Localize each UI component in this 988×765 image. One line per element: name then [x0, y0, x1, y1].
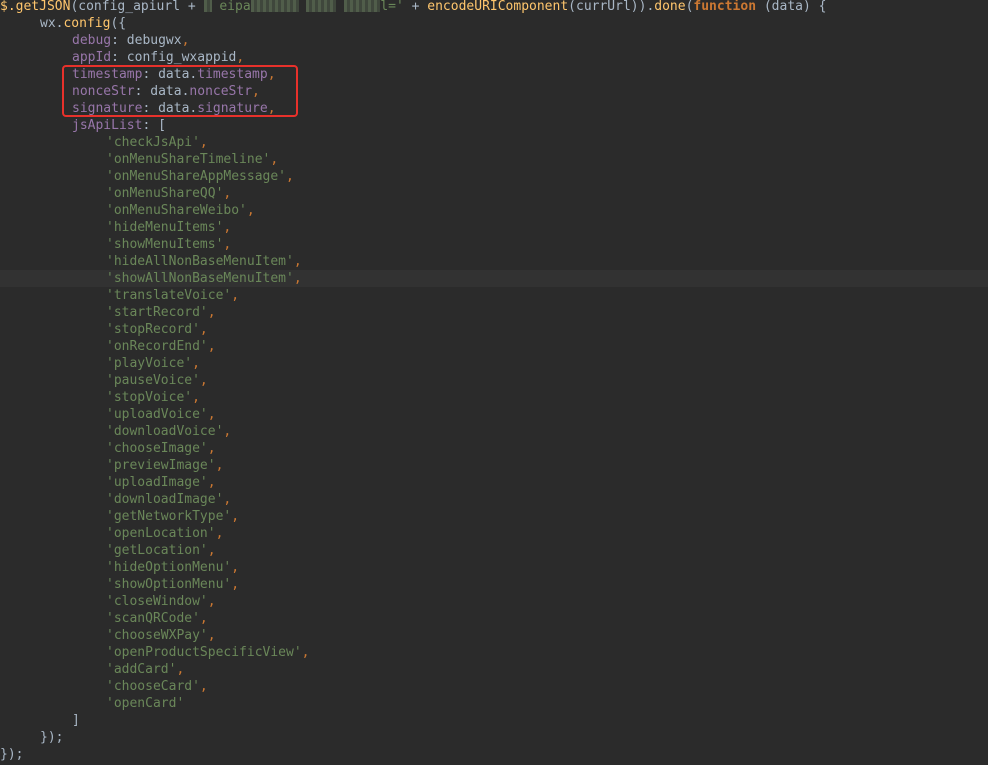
code-line-api-item: 'playVoice',	[106, 356, 200, 371]
code-line-api-item: 'hideAllNonBaseMenuItem',	[106, 254, 302, 269]
code-line-api-item: 'openProductSpecificView',	[106, 645, 310, 660]
code-line-api-item: 'chooseWXPay',	[106, 628, 216, 643]
red-highlight-box	[62, 65, 298, 117]
code-line-api-item: 'translateVoice',	[106, 288, 240, 303]
code-line-api-item: 'onMenuShareTimeline',	[106, 152, 279, 167]
obscured-region	[344, 0, 381, 12]
obscured-region	[306, 0, 337, 12]
code-line-api-item: 'downloadVoice',	[106, 424, 232, 439]
code-line-api-item: 'hideOptionMenu',	[106, 560, 240, 575]
code-line-api-item: 'pauseVoice',	[106, 373, 208, 388]
code-line-api-item: 'onRecordEnd',	[106, 339, 216, 354]
code-line-api-item: 'startRecord',	[106, 305, 216, 320]
code-line-current[interactable]: 'showAllNonBaseMenuItem',	[0, 270, 988, 287]
function-keyword: function	[693, 0, 757, 14]
code-line-api-item: 'stopVoice',	[106, 390, 200, 405]
code-line-api-item: 'uploadImage',	[106, 475, 216, 490]
code-line-api-item: 'onMenuShareAppMessage',	[106, 169, 294, 184]
code-line-api-item: 'showMenuItems',	[106, 237, 232, 252]
code-line-appid: appId: config_wxappid,	[72, 50, 245, 65]
code-line-getjson: $.getJSON(config_apiurl + eipa l=' + enc…	[0, 0, 827, 14]
code-line-api-item: 'getLocation',	[106, 543, 216, 558]
code-editor[interactable]: $.getJSON(config_apiurl + eipa l=' + enc…	[0, 0, 988, 765]
code-line-outer-close: });	[0, 747, 24, 762]
encode-uri-call: encodeURIComponent	[427, 0, 569, 14]
code-line-api-item: 'showOptionMenu',	[106, 577, 240, 592]
obscured-region	[203, 0, 212, 12]
code-line-api-item: 'previewImage',	[106, 458, 224, 473]
getjson-call: $.getJSON	[0, 0, 71, 14]
code-line-api-item: 'openLocation',	[106, 526, 224, 541]
code-line-api-item: 'getNetworkType',	[106, 509, 240, 524]
code-line-api-item: 'scanQRCode',	[106, 611, 208, 626]
code-line-array-close: ]	[72, 713, 80, 728]
code-line-api-item: 'onMenuShareQQ',	[106, 186, 232, 201]
code-line-api-item: 'chooseCard',	[106, 679, 208, 694]
code-line-api-item: 'downloadImage',	[106, 492, 232, 507]
code-line-api-item: 'checkJsApi',	[106, 135, 208, 150]
code-line-api-item: 'stopRecord',	[106, 322, 208, 337]
code-line-api-item: 'addCard',	[106, 662, 185, 677]
code-line-api-item: 'uploadVoice',	[106, 407, 216, 422]
code-line-api-item: 'chooseImage',	[106, 441, 216, 456]
wx-config-call: config	[63, 16, 111, 31]
code-line-api-item: 'hideMenuItems',	[106, 220, 232, 235]
code-line-api-item: 'onMenuShareWeibo',	[106, 203, 255, 218]
code-line-config-close: });	[40, 730, 64, 745]
obscured-region	[250, 0, 299, 12]
code-line-api-item: 'closeWindow',	[106, 594, 216, 609]
code-line-wx-config: wx.config({	[40, 16, 127, 31]
code-line-debug: debug: debugwx,	[72, 33, 190, 48]
code-line-api-item: 'openCard'	[106, 696, 185, 711]
code-line-jsapilist: jsApiList: [	[72, 118, 166, 133]
